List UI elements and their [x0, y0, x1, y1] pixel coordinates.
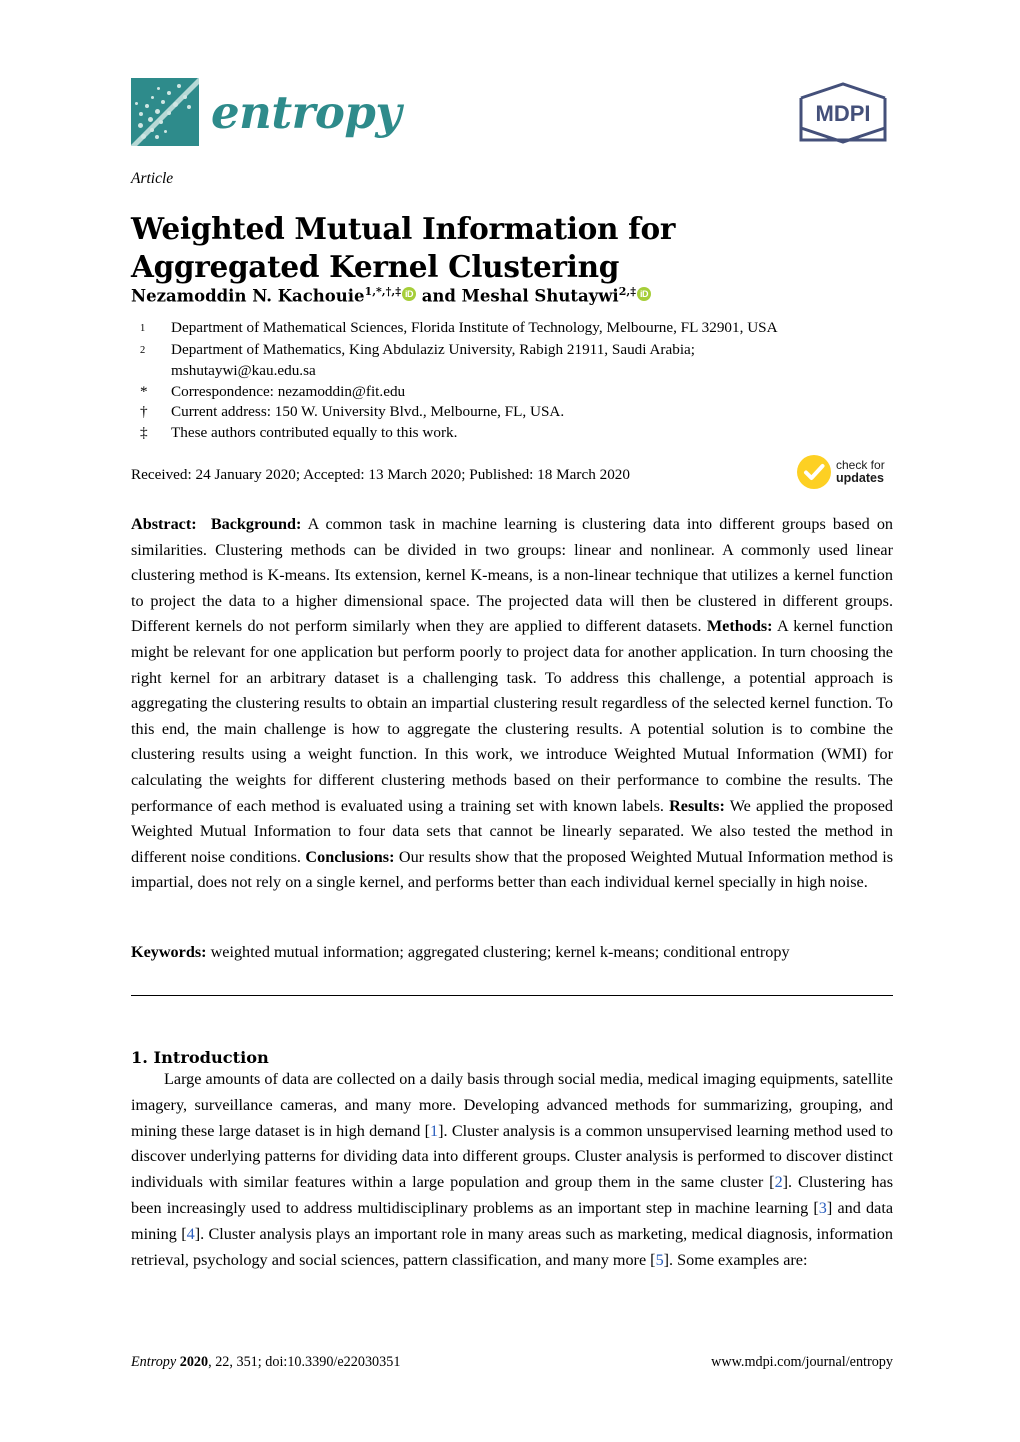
entropy-logo-mark-icon — [131, 78, 199, 146]
publication-dates: Received: 24 January 2020; Accepted: 13 … — [131, 466, 630, 483]
abstract-block: Abstract: Background: A common task in m… — [131, 512, 893, 896]
equal-contribution-row: ‡ These authors contributed equally to t… — [131, 423, 891, 444]
author-list: Nezamoddin N. Kachouie1,*,†,‡ iD and Mesh… — [131, 281, 651, 308]
section-heading-introduction: 1. Introduction — [131, 1048, 269, 1068]
check-for-updates-badge[interactable]: check for updates — [797, 452, 902, 492]
footer-journal-name: Entropy — [131, 1354, 177, 1370]
cfu-line-2: updates — [836, 471, 884, 485]
citation-link-4[interactable]: 4 — [187, 1225, 195, 1243]
correspondence-row: * Correspondence: nezamoddin@fit.edu — [131, 382, 891, 403]
affiliation-marker: 1 — [140, 323, 146, 334]
author-1-markers: 1,*,†,‡ — [364, 285, 401, 298]
abstract-conclusions-label: Conclusions: — [305, 847, 395, 866]
footer-citation: Entropy 2020, 22, 351; doi:10.3390/e2203… — [131, 1354, 400, 1371]
intro-text-f: ]. Some examples are: — [663, 1250, 808, 1269]
equal-contribution-text: These authors contributed equally to thi… — [171, 423, 458, 441]
keywords-label: Keywords: — [131, 943, 207, 961]
article-page: entropy MDPI Article Weighted Mutual Inf… — [0, 0, 1020, 1442]
affiliation-row: 1 Department of Mathematical Sciences, F… — [131, 318, 891, 340]
author-name-1: Nezamoddin N. Kachouie — [131, 286, 365, 306]
citation-link-3[interactable]: 3 — [819, 1199, 827, 1217]
footer-volume-doi: , 22, 351; doi:10.3390/e22030351 — [208, 1354, 401, 1370]
mdpi-publisher-logo[interactable]: MDPI — [797, 82, 889, 144]
check-mark-icon — [797, 455, 831, 489]
keywords-block: Keywords: weighted mutual information; a… — [131, 940, 893, 966]
affiliation-text: Department of Mathematics, King Abdulazi… — [171, 340, 695, 358]
abstract-methods-label: Methods: — [706, 617, 773, 636]
citation-link-2[interactable]: 2 — [775, 1173, 783, 1191]
dagger-marker: † — [140, 403, 148, 421]
masthead: entropy MDPI — [131, 78, 889, 152]
abstract-results-label: Results: — [669, 796, 725, 815]
affiliation-text: Department of Mathematical Sciences, Flo… — [171, 319, 778, 336]
author-name-2: Meshal Shutaywi — [461, 286, 619, 306]
correspondence-text[interactable]: Correspondence: nezamoddin@fit.edu — [171, 382, 891, 403]
article-type-label: Article — [131, 170, 174, 187]
author-2-markers: 2,‡ — [618, 285, 636, 298]
footer-url[interactable]: www.mdpi.com/journal/entropy — [711, 1354, 893, 1371]
affiliation-email[interactable]: mshutaywi@kau.edu.sa — [131, 361, 891, 382]
page-footer: Entropy 2020, 22, 351; doi:10.3390/e2203… — [131, 1354, 893, 1371]
orcid-icon[interactable]: iD — [401, 286, 416, 301]
citation-link-1[interactable]: 1 — [430, 1122, 438, 1140]
section-divider — [131, 995, 893, 996]
check-for-updates-label: check for updates — [836, 459, 885, 485]
affiliation-row: 2 Department of Mathematics, King Abdula… — [131, 340, 891, 362]
correspondence-marker: * — [140, 382, 148, 400]
svg-text:MDPI: MDPI — [816, 101, 871, 126]
keywords-text: weighted mutual information; aggregated … — [206, 943, 790, 961]
double-dagger-marker: ‡ — [140, 423, 148, 441]
affiliation-marker: 2 — [140, 344, 146, 356]
orcid-icon[interactable]: iD — [636, 286, 651, 301]
journal-title-logo: entropy — [211, 85, 401, 139]
affiliations-block: 1 Department of Mathematical Sciences, F… — [131, 318, 891, 444]
journal-logo[interactable]: entropy — [131, 78, 401, 146]
footer-year: 2020 — [179, 1354, 209, 1370]
citation-link-5[interactable]: 5 — [656, 1251, 664, 1269]
page-title: Weighted Mutual Information for Aggregat… — [131, 210, 676, 284]
abstract-label: Abstract: — [131, 515, 197, 533]
current-address-text: Current address: 150 W. University Blvd.… — [171, 403, 565, 421]
author-joiner: and — [415, 286, 462, 306]
current-address-row: † Current address: 150 W. University Blv… — [131, 402, 891, 423]
abstract-background-label: Background: — [210, 515, 302, 533]
abstract-methods-text: A kernel function might be relevant for … — [131, 617, 893, 815]
introduction-paragraph: Large amounts of data are collected on a… — [131, 1067, 893, 1273]
